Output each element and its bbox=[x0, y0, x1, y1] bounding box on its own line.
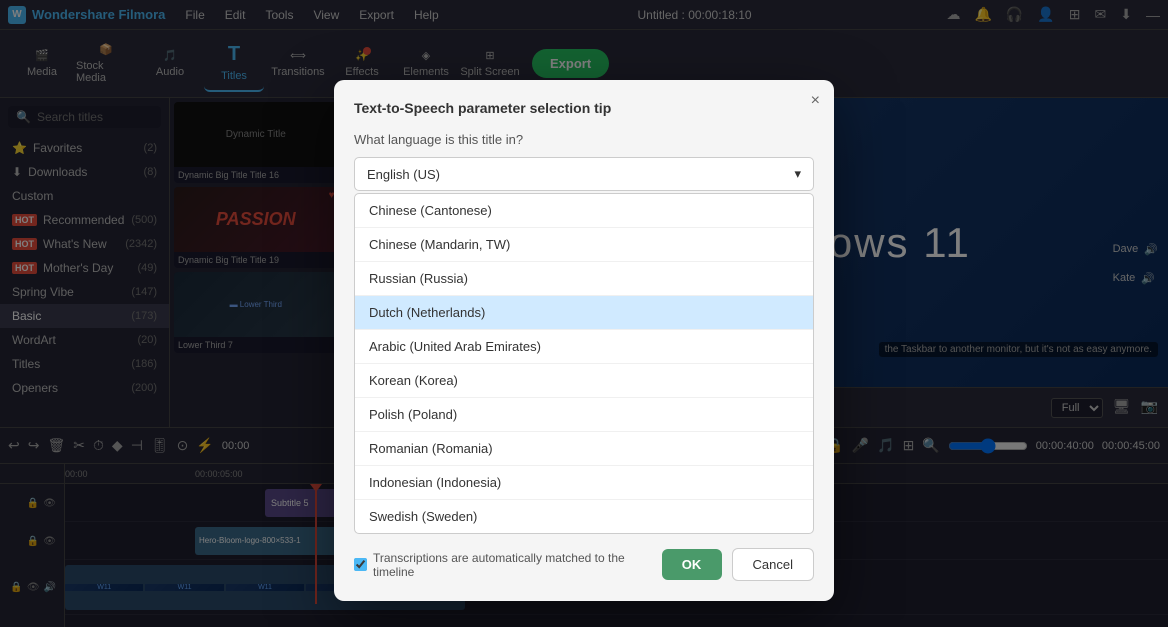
lang-option-russian[interactable]: Russian (Russia) bbox=[355, 262, 813, 296]
transcription-checkbox[interactable] bbox=[354, 558, 367, 571]
lang-option-arabic[interactable]: Arabic (United Arab Emirates) bbox=[355, 330, 813, 364]
lang-option-polish[interactable]: Polish (Poland) bbox=[355, 398, 813, 432]
transcription-checkbox-wrap: Transcriptions are automatically matched… bbox=[354, 551, 652, 579]
selected-language-label: English (US) bbox=[367, 167, 440, 182]
language-dropdown: Chinese (Cantonese) Chinese (Mandarin, T… bbox=[354, 193, 814, 534]
transcription-label: Transcriptions are automatically matched… bbox=[373, 551, 652, 579]
lang-option-dutch[interactable]: Dutch (Netherlands) bbox=[355, 296, 813, 330]
dropdown-arrow-icon: ▾ bbox=[794, 166, 801, 182]
dialog: Text-to-Speech parameter selection tip ×… bbox=[334, 80, 834, 601]
dialog-overlay: Text-to-Speech parameter selection tip ×… bbox=[0, 0, 1168, 627]
cancel-button[interactable]: Cancel bbox=[732, 548, 814, 581]
lang-option-chinese-mandarin[interactable]: Chinese (Mandarin, TW) bbox=[355, 228, 813, 262]
lang-option-swedish[interactable]: Swedish (Sweden) bbox=[355, 500, 813, 533]
language-select-wrap: English (US) ▾ Chinese (Cantonese) Chine… bbox=[354, 157, 814, 534]
dialog-close-button[interactable]: × bbox=[811, 92, 820, 110]
dialog-question: What language is this title in? bbox=[354, 132, 814, 147]
lang-option-indonesian[interactable]: Indonesian (Indonesia) bbox=[355, 466, 813, 500]
ok-button[interactable]: OK bbox=[662, 549, 722, 580]
dialog-footer: Transcriptions are automatically matched… bbox=[354, 548, 814, 581]
dialog-title: Text-to-Speech parameter selection tip bbox=[354, 100, 814, 116]
language-selected-display[interactable]: English (US) ▾ bbox=[354, 157, 814, 191]
lang-option-romanian[interactable]: Romanian (Romania) bbox=[355, 432, 813, 466]
lang-option-korean[interactable]: Korean (Korea) bbox=[355, 364, 813, 398]
lang-option-chinese-cantonese[interactable]: Chinese (Cantonese) bbox=[355, 194, 813, 228]
